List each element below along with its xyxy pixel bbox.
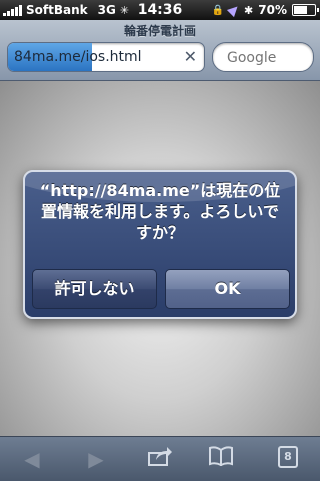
share-glyph <box>148 447 172 466</box>
ok-button[interactable]: OK <box>165 269 290 309</box>
alert-message: “http://84ma.me”は現在の位置情報を利用します。よろしいですか？ <box>39 181 281 242</box>
location-services-icon <box>226 2 242 18</box>
share-action-icon[interactable] <box>144 445 176 473</box>
location-permission-alert: “http://84ma.me”は現在の位置情報を利用します。よろしいですか？ … <box>23 170 297 319</box>
bluetooth-icon: ✱ <box>244 3 254 17</box>
search-field[interactable] <box>212 42 314 72</box>
address-field[interactable]: 84ma.me/ios.html ✕ <box>7 42 205 72</box>
book-glyph <box>209 446 233 467</box>
page-title: 輪番停電計画 <box>123 24 196 38</box>
battery-icon <box>292 4 319 16</box>
dont-allow-button[interactable]: 許可しない <box>32 269 157 309</box>
forward-arrow-icon[interactable]: ▶ <box>80 445 112 473</box>
search-input[interactable] <box>225 49 313 67</box>
battery-percentage: 70% <box>258 3 287 17</box>
status-bar: SoftBank 3G ✳ 14:36 🔒 ✱ 70% <box>0 0 320 20</box>
bookmarks-book-icon[interactable] <box>205 445 237 473</box>
status-right: 🔒 ✱ 70% <box>211 2 319 18</box>
browser-toolbar: ◀ ▶ 8 <box>0 436 320 481</box>
tabs-pages-icon[interactable]: 8 <box>278 446 298 468</box>
back-arrow-icon[interactable]: ◀ <box>16 445 48 473</box>
stop-loading-icon[interactable]: ✕ <box>184 47 197 66</box>
address-text: 84ma.me/ios.html <box>14 49 142 65</box>
lock-icon: 🔒 <box>211 4 225 16</box>
browser-top-bar: 輪番停電計画 84ma.me/ios.html ✕ <box>0 20 320 81</box>
